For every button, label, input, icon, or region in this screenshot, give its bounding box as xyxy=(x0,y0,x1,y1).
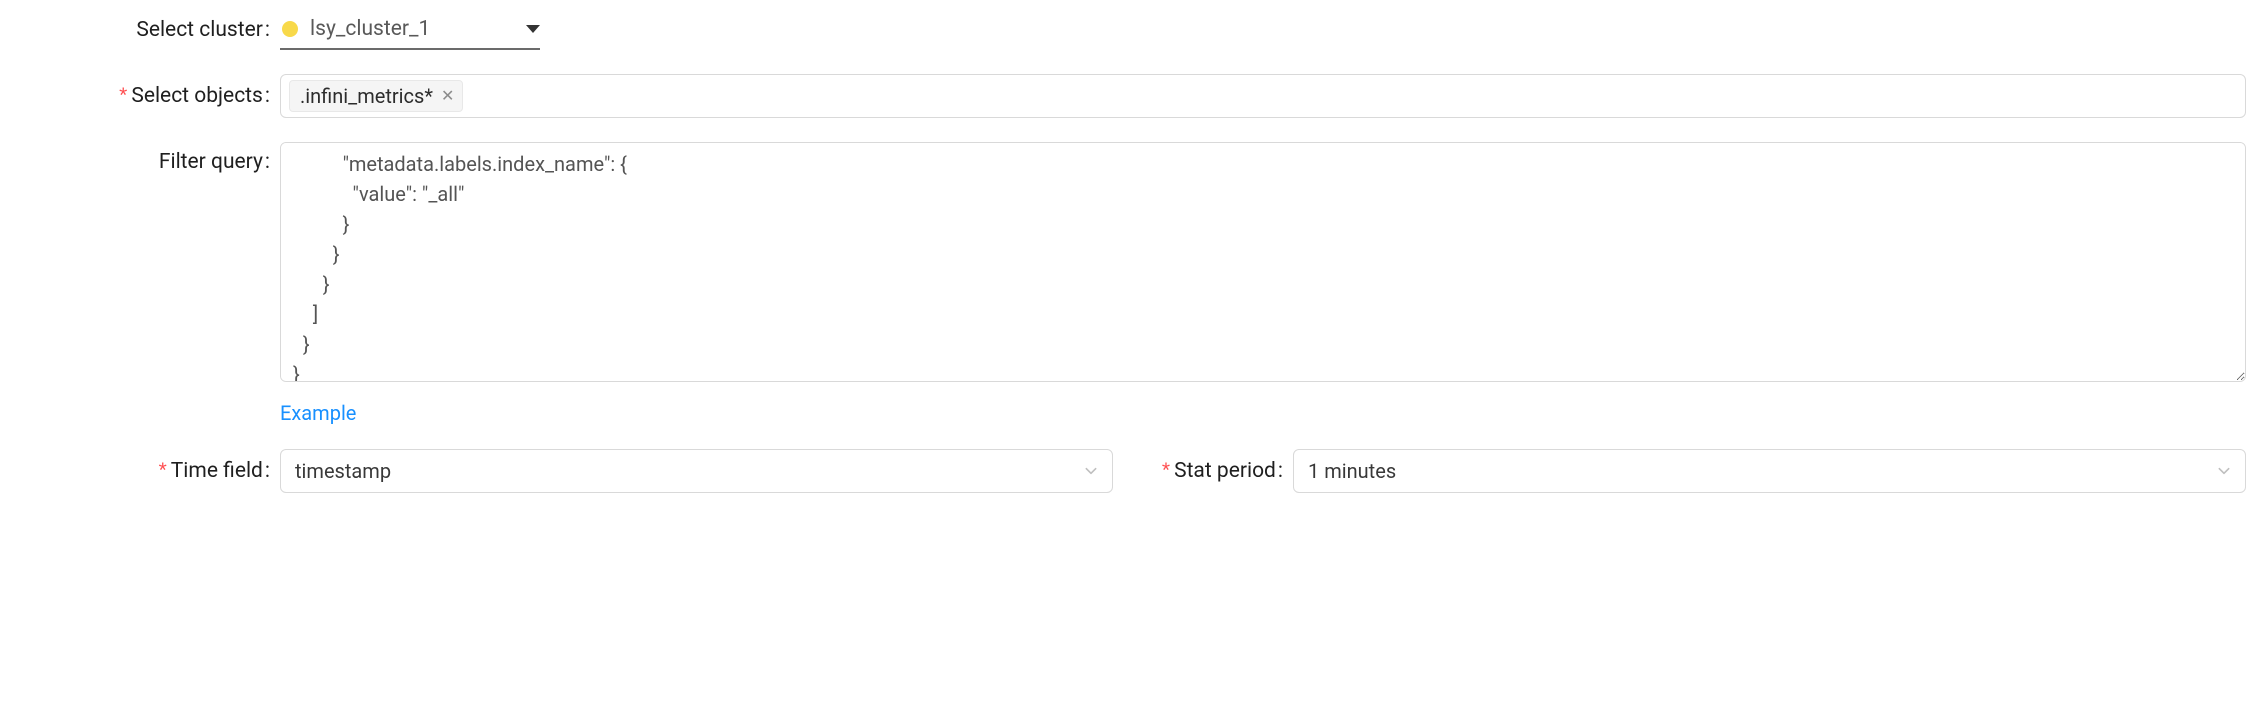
filter-query-label: Filter query: xyxy=(20,142,280,182)
stat-period-label: *Stat period: xyxy=(1153,451,1293,491)
stat-period-select[interactable]: 1 minutes xyxy=(1293,449,2246,493)
objects-multiselect[interactable]: .infini_metrics* ✕ xyxy=(280,74,2246,118)
cluster-status-dot-icon xyxy=(282,21,298,37)
chevron-down-icon xyxy=(2217,464,2231,478)
filter-query-textarea[interactable] xyxy=(280,142,2246,382)
time-field-value: timestamp xyxy=(295,459,1076,483)
time-field-select[interactable]: timestamp xyxy=(280,449,1113,493)
caret-down-icon xyxy=(526,25,540,33)
example-link[interactable]: Example xyxy=(280,401,356,425)
chevron-down-icon xyxy=(1084,464,1098,478)
select-objects-label: *Select objects: xyxy=(20,76,280,116)
cluster-select-value: lsy_cluster_1 xyxy=(310,17,496,41)
time-field-label: *Time field: xyxy=(20,451,280,491)
object-tag: .infini_metrics* ✕ xyxy=(289,80,463,112)
cluster-select[interactable]: lsy_cluster_1 xyxy=(280,10,540,50)
close-icon[interactable]: ✕ xyxy=(441,88,454,104)
object-tag-label: .infini_metrics* xyxy=(300,84,433,108)
select-cluster-label: Select cluster: xyxy=(20,10,280,50)
stat-period-value: 1 minutes xyxy=(1308,459,2209,483)
